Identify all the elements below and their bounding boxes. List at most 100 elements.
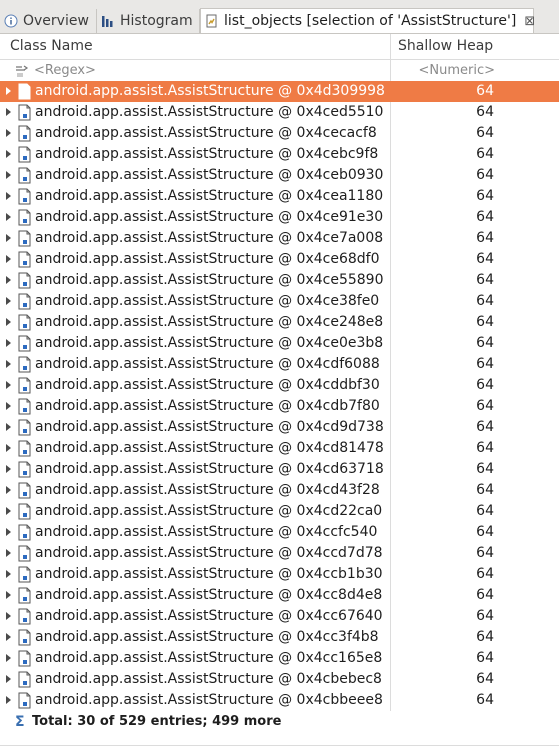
row-shallow-heap: 64 — [476, 272, 494, 288]
expand-arrow-icon[interactable] — [6, 339, 11, 347]
expand-arrow-icon[interactable] — [6, 234, 11, 242]
table-row[interactable]: android.app.assist.AssistStructure @ 0x4… — [0, 627, 559, 648]
expand-arrow-icon[interactable] — [6, 108, 11, 116]
expand-arrow-icon[interactable] — [6, 255, 11, 263]
expand-arrow-icon[interactable] — [6, 654, 11, 662]
row-shallow-heap: 64 — [476, 167, 494, 183]
table-row[interactable]: android.app.assist.AssistStructure @ 0x4… — [0, 228, 559, 249]
expand-arrow-icon[interactable] — [6, 444, 11, 452]
row-shallow-heap: 64 — [476, 188, 494, 204]
expand-arrow-icon[interactable] — [6, 675, 11, 683]
table-row[interactable]: android.app.assist.AssistStructure @ 0x4… — [0, 375, 559, 396]
table-row[interactable]: android.app.assist.AssistStructure @ 0x4… — [0, 459, 559, 480]
table-row[interactable]: android.app.assist.AssistStructure @ 0x4… — [0, 165, 559, 186]
row-class-name: android.app.assist.AssistStructure @ 0x4… — [35, 377, 380, 393]
table-row[interactable]: android.app.assist.AssistStructure @ 0x4… — [0, 144, 559, 165]
table-row[interactable]: android.app.assist.AssistStructure @ 0x4… — [0, 354, 559, 375]
table-row[interactable]: android.app.assist.AssistStructure @ 0x4… — [0, 249, 559, 270]
table-row[interactable]: android.app.assist.AssistStructure @ 0x4… — [0, 543, 559, 564]
row-class-name: android.app.assist.AssistStructure @ 0x4… — [35, 125, 377, 141]
expand-arrow-icon[interactable] — [6, 360, 11, 368]
object-file-icon — [18, 146, 31, 163]
table-row[interactable]: android.app.assist.AssistStructure @ 0x4… — [0, 291, 559, 312]
column-header-class-name[interactable]: Class Name — [10, 38, 93, 54]
expand-arrow-icon[interactable] — [6, 465, 11, 473]
tab-overview-label: Overview — [23, 13, 89, 29]
object-file-icon — [18, 440, 31, 457]
expand-arrow-icon[interactable] — [6, 633, 11, 641]
table-row[interactable]: android.app.assist.AssistStructure @ 0x4… — [0, 270, 559, 291]
tab-list-objects[interactable]: list_objects [selection of 'AssistStruct… — [200, 8, 535, 33]
table-row[interactable]: android.app.assist.AssistStructure @ 0x4… — [0, 480, 559, 501]
table-row[interactable]: android.app.assist.AssistStructure @ 0x4… — [0, 501, 559, 522]
object-file-icon — [18, 566, 31, 583]
object-file-icon — [18, 524, 31, 541]
object-file-icon — [18, 545, 31, 562]
object-file-icon — [18, 482, 31, 499]
table-row[interactable]: android.app.assist.AssistStructure @ 0x4… — [0, 417, 559, 438]
regex-filter[interactable]: <Regex> — [15, 63, 96, 78]
expand-arrow-icon[interactable] — [6, 570, 11, 578]
editor-tab-bar: Overview Histogram list_objects [selecti… — [0, 0, 559, 34]
table-row[interactable]: android.app.assist.AssistStructure @ 0x4… — [0, 312, 559, 333]
expand-arrow-icon[interactable] — [6, 192, 11, 200]
object-file-icon — [18, 461, 31, 478]
expand-arrow-icon[interactable] — [6, 402, 11, 410]
row-shallow-heap: 64 — [476, 104, 494, 120]
expand-arrow-icon[interactable] — [6, 150, 11, 158]
table-row[interactable]: android.app.assist.AssistStructure @ 0x4… — [0, 438, 559, 459]
column-header-shallow-heap[interactable]: Shallow Heap — [398, 38, 493, 54]
table-row[interactable]: android.app.assist.AssistStructure @ 0x4… — [0, 606, 559, 627]
object-file-icon — [18, 356, 31, 373]
row-shallow-heap: 64 — [476, 629, 494, 645]
object-file-icon — [18, 104, 31, 121]
tab-histogram[interactable]: Histogram — [97, 9, 200, 33]
row-class-name: android.app.assist.AssistStructure @ 0x4… — [35, 146, 379, 162]
expand-arrow-icon[interactable] — [6, 297, 11, 305]
object-file-icon — [18, 314, 31, 331]
expand-arrow-icon[interactable] — [6, 171, 11, 179]
numeric-filter[interactable]: <Numeric> — [418, 63, 495, 78]
expand-arrow-icon[interactable] — [6, 381, 11, 389]
row-shallow-heap: 64 — [476, 377, 494, 393]
expand-arrow-icon[interactable] — [6, 87, 11, 95]
row-shallow-heap: 64 — [476, 314, 494, 330]
table-row[interactable]: android.app.assist.AssistStructure @ 0x4… — [0, 690, 559, 711]
row-class-name: android.app.assist.AssistStructure @ 0x4… — [35, 398, 380, 414]
expand-arrow-icon[interactable] — [6, 549, 11, 557]
table-row[interactable]: android.app.assist.AssistStructure @ 0x4… — [0, 207, 559, 228]
expand-arrow-icon[interactable] — [6, 486, 11, 494]
table-row[interactable]: android.app.assist.AssistStructure @ 0x4… — [0, 585, 559, 606]
row-shallow-heap: 64 — [476, 251, 494, 267]
expand-arrow-icon[interactable] — [6, 696, 11, 704]
expand-arrow-icon[interactable] — [6, 528, 11, 536]
object-file-icon — [18, 629, 31, 646]
table-row[interactable]: android.app.assist.AssistStructure @ 0x4… — [0, 522, 559, 543]
table-row[interactable]: android.app.assist.AssistStructure @ 0x4… — [0, 669, 559, 690]
expand-arrow-icon[interactable] — [6, 612, 11, 620]
expand-arrow-icon[interactable] — [6, 318, 11, 326]
object-file-icon — [18, 83, 31, 100]
table-row[interactable]: android.app.assist.AssistStructure @ 0x4… — [0, 81, 559, 102]
table-row[interactable]: android.app.assist.AssistStructure @ 0x4… — [0, 564, 559, 585]
table-row[interactable]: android.app.assist.AssistStructure @ 0x4… — [0, 186, 559, 207]
expand-arrow-icon[interactable] — [6, 591, 11, 599]
expand-arrow-icon[interactable] — [6, 213, 11, 221]
table-row[interactable]: android.app.assist.AssistStructure @ 0x4… — [0, 648, 559, 669]
row-class-name: android.app.assist.AssistStructure @ 0x4… — [35, 356, 380, 372]
table-row[interactable]: android.app.assist.AssistStructure @ 0x4… — [0, 102, 559, 123]
expand-arrow-icon[interactable] — [6, 423, 11, 431]
table-row[interactable]: android.app.assist.AssistStructure @ 0x4… — [0, 123, 559, 144]
expand-arrow-icon[interactable] — [6, 129, 11, 137]
table-row[interactable]: android.app.assist.AssistStructure @ 0x4… — [0, 333, 559, 354]
row-class-name: android.app.assist.AssistStructure @ 0x4… — [35, 293, 380, 309]
list-objects-icon — [206, 14, 217, 28]
object-file-icon — [18, 125, 31, 142]
row-shallow-heap: 64 — [476, 566, 494, 582]
expand-arrow-icon[interactable] — [6, 276, 11, 284]
expand-arrow-icon[interactable] — [6, 507, 11, 515]
tab-overview[interactable]: Overview — [0, 9, 97, 33]
close-icon[interactable]: ⊠ — [524, 14, 535, 29]
table-row[interactable]: android.app.assist.AssistStructure @ 0x4… — [0, 396, 559, 417]
row-class-name: android.app.assist.AssistStructure @ 0x4… — [35, 503, 383, 519]
